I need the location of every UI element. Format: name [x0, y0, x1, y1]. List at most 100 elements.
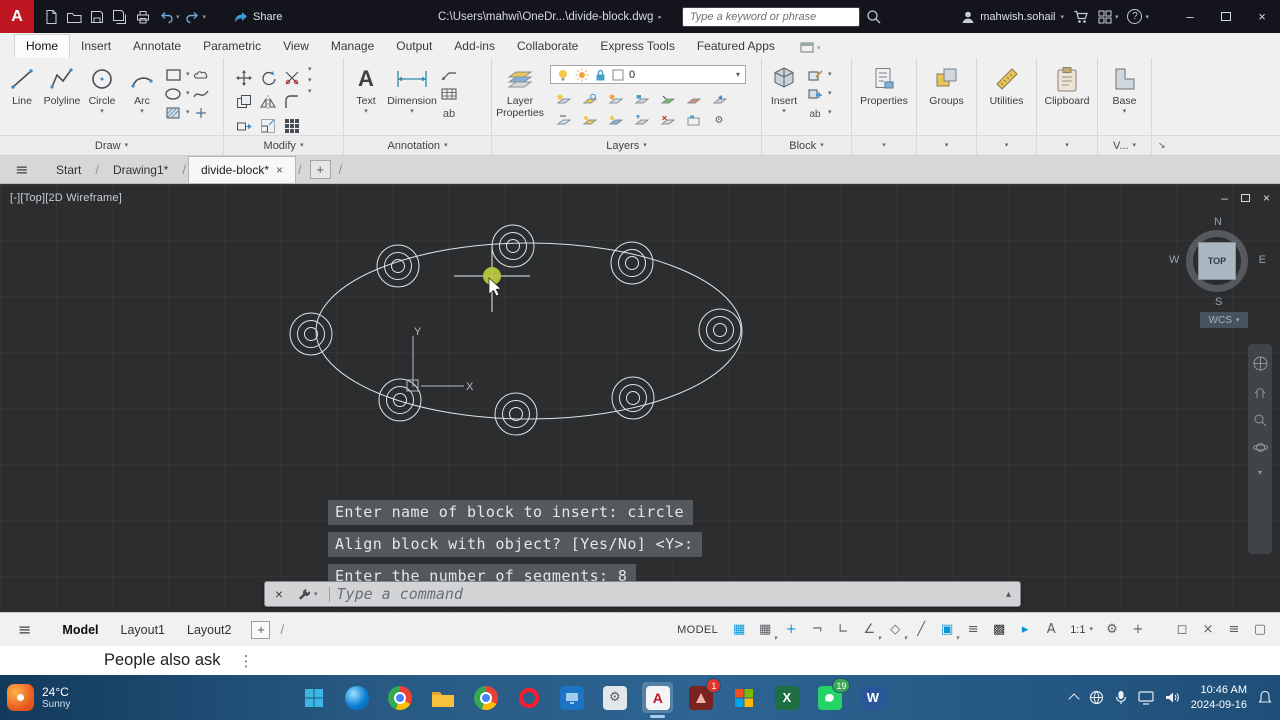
polar-tracking-icon[interactable]: ∠ ▾ [857, 619, 881, 642]
tab-featured-apps[interactable]: Featured Apps [686, 35, 786, 58]
tab-parametric[interactable]: Parametric [192, 35, 272, 58]
layer-freeze-sun-icon[interactable] [575, 68, 589, 82]
navigation-bar[interactable]: ▾ [1248, 344, 1272, 554]
text-tool[interactable]: A Text ▾ [346, 61, 386, 115]
more-options-icon[interactable]: ⋮ [239, 652, 254, 670]
settings-app-icon[interactable]: ⚙ [599, 682, 630, 713]
tray-expand-icon[interactable] [1068, 693, 1080, 705]
viewcube-top-face[interactable]: TOP [1199, 243, 1235, 279]
isolate-objects-icon[interactable]: ◻ [1170, 619, 1194, 641]
point-icon[interactable] [192, 105, 210, 120]
hatch-icon[interactable] [164, 105, 182, 120]
save-icon[interactable] [86, 6, 108, 28]
tab-output[interactable]: Output [385, 35, 443, 58]
grid-display-icon[interactable]: ▦ [727, 619, 751, 641]
ortho-mode-icon[interactable]: ∟ [831, 619, 855, 641]
model-space-badge[interactable]: MODEL [677, 624, 718, 636]
layout-menu-icon[interactable]: ≡ [18, 620, 31, 639]
clock[interactable]: 10:46 AM 2024-09-16 [1191, 683, 1247, 712]
array-dropdown-icon[interactable]: ▾ [308, 88, 312, 95]
chrome-icon[interactable] [384, 682, 415, 713]
move-icon[interactable] [235, 69, 253, 86]
tab-annotate[interactable]: Annotate [122, 35, 192, 58]
notifications-bell-icon[interactable] [1258, 690, 1272, 705]
tab-drawing1[interactable]: Drawing1* [101, 156, 180, 183]
command-customize-menu[interactable]: ▾ [293, 587, 322, 601]
edit-block-icon[interactable] [806, 67, 824, 82]
minimize-button[interactable]: – [1172, 0, 1208, 33]
tab-divide-block[interactable]: divide-block* × [187, 156, 297, 183]
dynamic-input-icon[interactable]: ¬ [805, 619, 829, 641]
fillet-dropdown-icon[interactable]: ▾ [308, 77, 312, 84]
modify-panel-label[interactable]: Modify ▾ [224, 136, 344, 155]
weather-widget[interactable]: 24°C Sunny [7, 684, 70, 711]
pan-icon[interactable] [1253, 385, 1267, 399]
viewport-restore-icon[interactable] [1240, 194, 1250, 202]
layer-lock-fade-icon[interactable] [684, 113, 702, 128]
polyline-tool[interactable]: Polyline [42, 61, 82, 107]
close-tab-icon[interactable]: × [276, 163, 283, 177]
viewcube[interactable]: N W E S TOP [1169, 216, 1266, 308]
layer-dropdown[interactable]: 0 ▾ [550, 65, 746, 84]
whatsapp-icon[interactable]: 19 [814, 678, 851, 713]
share-button[interactable]: Share [233, 10, 282, 24]
block-panel-label[interactable]: Block ▾ [762, 136, 852, 155]
blue-app-icon[interactable] [556, 682, 587, 713]
layer-lock-icon[interactable] [594, 68, 607, 82]
base-tool[interactable]: Base ▾ [1101, 61, 1149, 115]
viewport-close-icon[interactable]: × [1263, 191, 1270, 205]
layer-off-icon[interactable] [554, 92, 572, 107]
account-menu[interactable]: mahwish.sohail ▾ [961, 10, 1064, 24]
tab-start[interactable]: Start [44, 156, 93, 183]
isometric-drafting-icon[interactable]: ◇ ▾ [883, 619, 907, 642]
dimension-dropdown-icon[interactable]: ▾ [410, 108, 414, 115]
word-icon[interactable]: W [857, 682, 888, 713]
file-explorer-icon[interactable] [427, 682, 458, 713]
object-snap-tracking-icon[interactable]: ╱ [909, 619, 933, 641]
layer-color-swatch[interactable] [612, 69, 624, 81]
maximize-button[interactable] [1208, 0, 1244, 33]
edge-icon[interactable] [341, 682, 372, 713]
layer-on-all-icon[interactable] [606, 113, 624, 128]
model-tab[interactable]: Model [62, 623, 98, 637]
layer-on-bulb-icon[interactable] [556, 68, 570, 82]
microphone-icon[interactable] [1115, 690, 1127, 705]
display-icon[interactable] [1138, 690, 1154, 705]
layer-thaw-icon[interactable] [580, 113, 598, 128]
copy-icon[interactable] [235, 94, 253, 109]
ribbon-collapse-icon[interactable]: ↘ [1158, 141, 1166, 151]
base-dropdown-icon[interactable]: ▾ [1123, 108, 1127, 115]
layer-dropdown-caret-icon[interactable]: ▾ [736, 70, 740, 79]
hatch-dropdown-icon[interactable]: ▾ [186, 109, 190, 116]
undo-dropdown-icon[interactable]: ▾ [176, 13, 180, 21]
utilities-panel-caret[interactable]: ▾ [977, 136, 1037, 155]
stretch-icon[interactable] [235, 118, 253, 133]
viewport-minimize-icon[interactable]: – [1221, 191, 1228, 205]
object-snap-icon[interactable]: ▣ ▾ [935, 619, 959, 642]
network-icon[interactable] [1089, 690, 1104, 705]
clean-screen-icon[interactable]: ▢ [1248, 619, 1272, 641]
selection-cycling-icon[interactable]: ▸ [1013, 619, 1037, 641]
command-input[interactable]: Type a command [337, 585, 463, 603]
leader-icon[interactable] [440, 67, 458, 82]
layer-lock-tool-icon[interactable] [632, 92, 650, 107]
layout2-tab[interactable]: Layout2 [187, 623, 231, 637]
transparency-icon[interactable]: ▩ [987, 619, 1011, 641]
layer-prev-icon[interactable] [710, 92, 728, 107]
file-tab-menu-icon[interactable]: ≡ [0, 160, 44, 179]
orbit-icon[interactable] [1252, 441, 1268, 454]
ellipse-dropdown-icon[interactable]: ▾ [186, 90, 190, 97]
properties-panel-caret[interactable]: ▾ [852, 136, 917, 155]
notification-app-icon[interactable]: 1 [685, 678, 722, 713]
search-icon[interactable] [866, 9, 881, 24]
insert-tool[interactable]: Insert ▾ [764, 61, 804, 115]
undo-icon[interactable] [155, 6, 177, 28]
properties-tool[interactable]: Properties [856, 61, 912, 107]
close-button[interactable]: × [1244, 0, 1280, 33]
command-line[interactable]: × ▾ Type a command ▴ [264, 581, 1021, 607]
viewcube-south[interactable]: S [1215, 296, 1222, 308]
cart-icon[interactable] [1073, 9, 1089, 24]
fillet-icon[interactable] [283, 94, 301, 109]
document-path[interactable]: C:\Users\mahwi\OneDr...\divide-block.dwg [438, 11, 653, 23]
new-layout-button[interactable]: + [251, 620, 271, 639]
